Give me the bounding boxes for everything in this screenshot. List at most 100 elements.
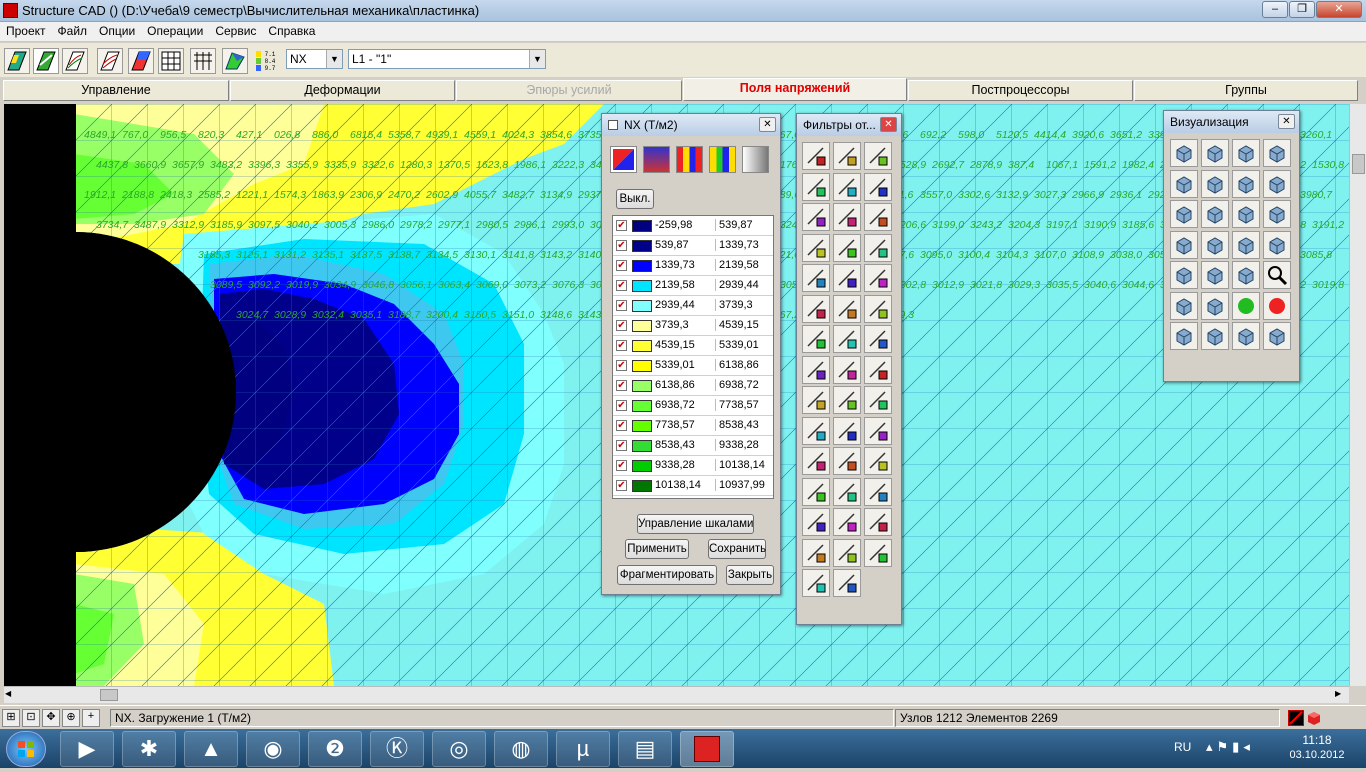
language-indicator[interactable]: RU xyxy=(1174,740,1191,754)
gray-frame-icon[interactable] xyxy=(833,569,861,597)
tab-groups[interactable]: Группы xyxy=(1134,80,1358,101)
red-grid-icon[interactable] xyxy=(833,477,861,506)
palette-gray-icon[interactable] xyxy=(742,146,769,173)
cube-view-icon[interactable] xyxy=(1170,200,1198,228)
scale-row-checkbox[interactable]: ✔ xyxy=(616,300,627,311)
scale-row-color-swatch[interactable] xyxy=(632,220,652,232)
isofield-icon[interactable] xyxy=(33,48,59,74)
eraser-icon[interactable] xyxy=(833,142,861,170)
red-light-icon[interactable] xyxy=(1263,291,1291,320)
menu-file[interactable]: Файл xyxy=(52,22,94,38)
number-icon[interactable] xyxy=(833,203,861,231)
close-scale-button[interactable]: Закрыть xyxy=(726,565,774,585)
scale-row-checkbox[interactable]: ✔ xyxy=(616,460,627,471)
brush-icon[interactable] xyxy=(864,355,892,384)
rotate-up-icon[interactable] xyxy=(1232,169,1260,198)
support-icon[interactable] xyxy=(833,233,861,262)
vis-panel-titlebar[interactable]: Визуализация ✕ xyxy=(1164,111,1299,133)
pencil-icon[interactable] xyxy=(802,142,830,170)
cube-front-icon[interactable] xyxy=(1263,200,1291,228)
grid-filter-icon[interactable] xyxy=(833,355,861,384)
section-icon[interactable] xyxy=(864,416,892,445)
scale-row[interactable]: ✔ 10138,14 10937,99 xyxy=(613,476,773,496)
info-icon[interactable] xyxy=(833,172,861,201)
scale-off-button[interactable]: Выкл. xyxy=(616,189,654,209)
scroll-right-arrow[interactable]: ▶ xyxy=(1335,689,1347,701)
cube-iso-icon[interactable] xyxy=(1170,230,1198,259)
firefox-icon[interactable]: ◍ xyxy=(494,731,548,767)
clock-time[interactable]: 11:18 xyxy=(1282,733,1352,747)
scale-row-checkbox[interactable]: ✔ xyxy=(616,240,627,251)
scale-row-color-swatch[interactable] xyxy=(632,300,652,312)
load-case-select[interactable]: L1 - "1" ▼ xyxy=(348,49,546,69)
isofield-filter-icon[interactable] xyxy=(833,386,861,414)
zoom-extents-icon[interactable]: ⊕ xyxy=(62,709,80,727)
vis-panel-close-icon[interactable]: ✕ xyxy=(1278,114,1295,129)
angle-icon[interactable] xyxy=(833,447,861,475)
scale-row[interactable]: ✔ 9338,28 10138,14 xyxy=(613,456,773,476)
scale-row[interactable]: ✔ 6138,86 6938,72 xyxy=(613,376,773,396)
rotate-icon[interactable] xyxy=(1170,139,1198,167)
cube-red-icon[interactable] xyxy=(1201,200,1229,228)
scale-row[interactable]: ✔ 8538,43 9338,28 xyxy=(613,436,773,456)
scheme-view-icon[interactable] xyxy=(222,48,248,74)
cube-color-icon[interactable] xyxy=(1232,230,1260,259)
tab-control[interactable]: Управление xyxy=(3,80,229,101)
sigma-points-icon[interactable] xyxy=(802,569,830,597)
scale-row-color-swatch[interactable] xyxy=(632,360,652,372)
sigma-grid-icon[interactable] xyxy=(864,538,892,567)
scale-row-color-swatch[interactable] xyxy=(632,240,652,252)
group-icon[interactable] xyxy=(802,447,830,475)
archive-app-icon[interactable]: ✱ xyxy=(122,731,176,767)
scale-row[interactable]: ✔ 6938,72 7738,57 xyxy=(613,396,773,416)
scale-row-color-swatch[interactable] xyxy=(632,420,652,432)
scale-row[interactable]: ✔ 4539,15 5339,01 xyxy=(613,336,773,356)
scale-row[interactable]: ✔ 539,87 1339,73 xyxy=(613,236,773,256)
rotate-y-icon[interactable] xyxy=(1170,169,1198,198)
menu-help[interactable]: Справка xyxy=(262,22,321,38)
projection-icon[interactable] xyxy=(1232,261,1260,289)
horizontal-scrollbar[interactable]: ◀ ▶ xyxy=(4,686,1349,703)
contour-fill-icon[interactable] xyxy=(4,48,30,74)
cancel-icon[interactable] xyxy=(1170,291,1198,320)
sheet-icon[interactable] xyxy=(802,538,830,567)
apply-button[interactable]: Применить xyxy=(625,539,689,559)
isoline-values-icon[interactable] xyxy=(97,48,123,74)
grid-view-icon[interactable] xyxy=(1201,322,1229,350)
scale-row-checkbox[interactable]: ✔ xyxy=(616,380,627,391)
tab-force-diagrams[interactable]: Эпюры усилий xyxy=(456,80,682,101)
scale-row-color-swatch[interactable] xyxy=(632,340,652,352)
scale-row-checkbox[interactable]: ✔ xyxy=(616,420,627,431)
app-icon[interactable] xyxy=(3,3,18,18)
scroll-left-arrow[interactable]: ◀ xyxy=(5,689,17,701)
scale-row-checkbox[interactable]: ✔ xyxy=(616,320,627,331)
scale-row-checkbox[interactable]: ✔ xyxy=(616,260,627,271)
axis-cross-icon[interactable] xyxy=(833,264,861,292)
palette-stripes-icon[interactable] xyxy=(676,146,703,173)
rotate-y-reverse-icon[interactable] xyxy=(1201,169,1229,198)
arrow-load-icon[interactable] xyxy=(833,294,861,323)
chrome-icon[interactable]: ◎ xyxy=(432,731,486,767)
save-button[interactable]: Сохранить xyxy=(708,539,766,559)
disc-app-icon[interactable]: ◉ xyxy=(246,731,300,767)
palette-red-blue-icon[interactable] xyxy=(610,146,637,173)
scale-row-checkbox[interactable]: ✔ xyxy=(616,340,627,351)
pan-icon[interactable]: ✥ xyxy=(42,709,60,727)
manage-scales-button[interactable]: Управление шкалами xyxy=(637,514,754,534)
rotate-z-icon[interactable] xyxy=(1263,139,1291,167)
explorer-icon[interactable]: ▤ xyxy=(618,731,672,767)
nodes-icon[interactable] xyxy=(833,416,861,445)
scissors-icon[interactable] xyxy=(1263,230,1291,259)
scale-row-color-swatch[interactable] xyxy=(632,440,652,452)
distributed-load-icon[interactable] xyxy=(864,294,892,323)
scale-row-color-swatch[interactable] xyxy=(632,460,652,472)
cube-side-icon[interactable] xyxy=(1201,230,1229,259)
tab-postprocessors[interactable]: Постпроцессоры xyxy=(908,80,1133,101)
table-icon[interactable] xyxy=(864,325,892,353)
cube-icon[interactable] xyxy=(864,142,892,170)
scale-panel-titlebar[interactable]: NX (Т/м2) ✕ xyxy=(602,114,780,136)
menu-options[interactable]: Опции xyxy=(93,22,141,38)
load-icon[interactable] xyxy=(802,294,830,323)
chart-icon[interactable] xyxy=(802,508,830,536)
scroll-thumb[interactable] xyxy=(1352,154,1365,174)
